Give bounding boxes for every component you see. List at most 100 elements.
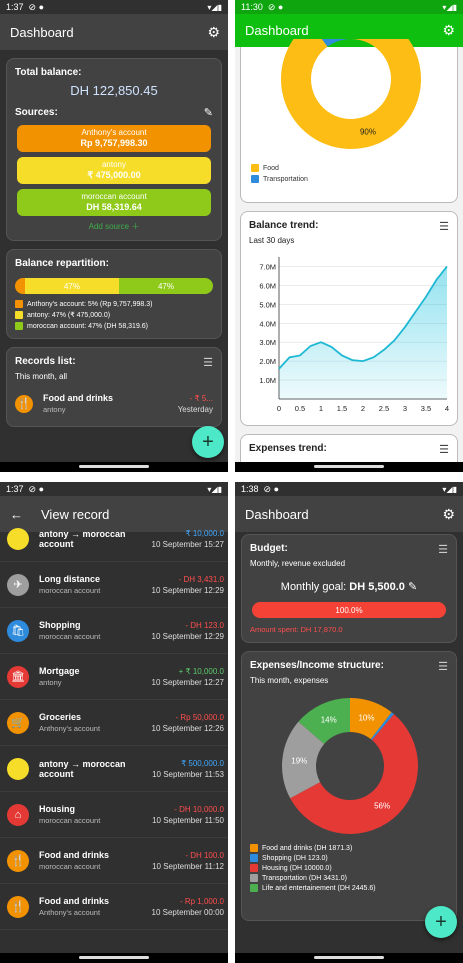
gear-icon[interactable]: ⚙ [442,22,455,39]
budget-card: Budget: ☰ Monthly, revenue excluded Month… [241,534,457,643]
legend-swatch [250,854,258,862]
list-item[interactable]: ✈ Long distance moroccan account - DH 3,431… [0,562,228,608]
x-tick-label: 2.5 [379,404,389,413]
dashboard-screen-3: 1:38 ⊘ ● ▾◢▮ Dashboard ⚙ Budget: ☰ Monthly, … [235,482,463,963]
legend-swatch [250,844,258,852]
list-item[interactable]: antony → moroccan account ₹ 500,000.0 10 S… [0,746,228,792]
legend-item: Anthony's account: 5% (Rp 9,757,998.3) [15,300,213,308]
source-button[interactable]: antony ₹ 475,000.00 [17,157,211,184]
sort-icon[interactable]: ☰ [438,543,448,556]
list-item[interactable]: 🏛 Mortgage antony + ₹ 10,000.0 10 September … [0,654,228,700]
record-list: antony → moroccan account ₹ 10,000.0 10 Se… [0,516,228,930]
sort-icon[interactable]: ☰ [439,220,449,233]
list-item[interactable]: 🍴 Food and drinks Anthony's account - Rp 1,… [0,884,228,930]
clock: 1:38 [241,484,259,494]
record-meta: ₹ 10,000.0 10 September 15:27 [152,529,225,549]
record-meta: - DH 10,000.0 10 September 11:50 [152,805,224,825]
record-title: Mortgage [39,666,80,676]
nav-bar [0,462,228,472]
record-text: antony → moroccan account [39,759,152,779]
record-icon: 🍴 [7,895,29,918]
legend-text: Shopping (DH 123.0) [262,854,328,862]
sort-icon[interactable]: ☰ [203,356,213,369]
record-icon: ✈ [7,573,29,596]
total-balance-value: DH 122,850.45 [70,83,158,98]
record-amount: - DH 10,000.0 [174,804,224,814]
legend-swatch [250,864,258,872]
list-item[interactable]: antony → moroccan account ₹ 10,000.0 10 Se… [0,516,228,562]
source-button[interactable]: Anthony's account Rp 9,757,998.30 [17,125,211,152]
list-item[interactable]: 🍴 Food and drinks antony - ₹ 5... Yesterda… [15,393,213,414]
page-title: View record [41,506,110,522]
source-amount: DH 58,319.64 [86,201,142,212]
y-tick-label: 5.0M [259,300,276,309]
record-text: Mortgage antony [39,666,152,687]
balance-trend-card: Balance trend: ☰ Last 30 days 7.0M 6.0M 5.0… [240,211,458,426]
record-amount: - ₹ 5... [189,393,213,403]
record-amount: - Rp 50,000.0 [175,712,224,722]
record-meta: + ₹ 10,000.0 10 September 12:27 [152,667,225,687]
record-title: Housing [39,804,75,814]
y-tick-label: 3.0M [259,338,276,347]
back-arrow-icon[interactable]: ← [10,507,23,522]
legend-swatch [251,164,259,172]
sort-icon[interactable]: ☰ [439,443,449,456]
legend-item: moroccan account: 47% (DH 58,319.6) [15,322,213,330]
goal-value: DH 5,500.0 [349,581,405,593]
record-date: 10 September 00:00 [151,907,225,917]
record-date: 10 September 12:27 [151,677,225,687]
source-name: antony [101,160,127,170]
app-bar: Dashboard ⚙ [0,14,228,50]
clock: 11:30 [241,2,263,12]
gear-icon[interactable]: ⚙ [442,506,455,523]
budget-progress: 100.0% [252,602,446,618]
legend-item: Transportation (DH 3431.0) [250,874,376,882]
gear-icon[interactable]: ⚙ [207,24,220,41]
x-tick-label: 3 [403,404,407,413]
add-source-button[interactable]: Add source ＋ [15,221,213,232]
list-item[interactable]: 🛍 Shopping moroccan account - DH 123.0 10 Se… [0,608,228,654]
y-tick-label: 4.0M [259,319,276,328]
edit-icon[interactable]: ✎ [408,581,417,593]
legend-swatch [15,322,23,330]
trend-title: Balance trend: [249,220,319,231]
repartition-segment: 47% [119,278,213,294]
source-amount: Rp 9,757,998.30 [80,137,148,148]
status-bar: 1:38 ⊘ ● ▾◢▮ [235,482,463,496]
sort-icon[interactable]: ☰ [438,660,448,673]
list-item[interactable]: 🛒 Groceries Anthony's account - Rp 50,000.0… [0,700,228,746]
list-item[interactable]: ⌂ Housing moroccan account - DH 10,000.0 10 … [0,792,228,838]
record-account: moroccan account [39,862,101,871]
legend-text: Transportation (DH 3431.0) [262,874,347,882]
record-date: 10 September 15:27 [151,539,225,549]
record-title: Long distance [39,574,101,584]
legend-item: Life and entertainement (DH 2445.6) [250,884,376,892]
record-title: Groceries [39,712,82,722]
x-tick-label: 0 [277,404,281,413]
records-label: Records list: [15,356,76,367]
record-account: moroccan account [39,586,101,595]
source-amount: ₹ 475,000.00 [87,169,141,180]
y-tick-label: 6.0M [259,281,276,290]
x-tick-label: 1.5 [337,404,347,413]
edit-icon[interactable]: ✎ [204,106,213,119]
record-icon: 🛒 [7,711,29,734]
goal-label: Monthly goal: [280,581,347,593]
legend-swatch [251,175,259,183]
legend-text: Anthony's account: 5% (Rp 9,757,998.3) [27,300,153,308]
source-name: moroccan account [81,192,147,202]
record-title: antony → moroccan account [39,758,126,779]
fork-knife-icon: 🍴 [15,394,33,413]
clock: 1:37 [6,2,24,12]
legend-item: Transportation [251,175,308,183]
legend-item: Shopping (DH 123.0) [250,854,376,862]
list-item[interactable]: 🍴 Food and drinks moroccan account - DH 100… [0,838,228,884]
record-date: 10 September 12:29 [151,631,225,641]
record-amount: - Rp 1,000.0 [179,896,224,906]
legend-text: moroccan account: 47% (DH 58,319.6) [27,322,149,330]
sources-label: Sources: [15,107,58,118]
add-fab-button[interactable]: + [192,426,224,458]
source-button[interactable]: moroccan account DH 58,319.64 [17,189,211,216]
record-account: moroccan account [39,632,101,641]
add-fab-button[interactable]: + [425,906,457,938]
